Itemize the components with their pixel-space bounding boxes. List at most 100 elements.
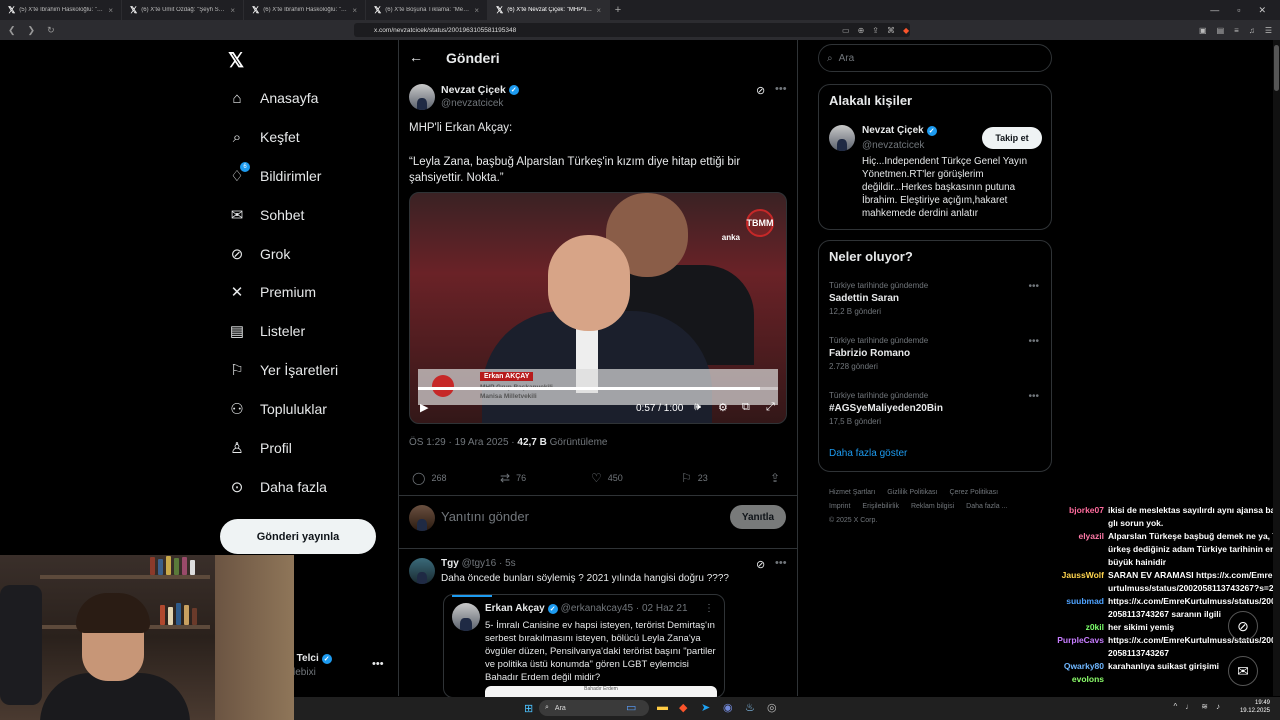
nav-messages[interactable]: ✉ Sohbet [228, 203, 305, 227]
footer-link[interactable]: Hizmet Şartları [829, 489, 875, 496]
reload-icon[interactable]: ↻ [47, 25, 55, 36]
reply-button[interactable]: Yanıtla [730, 505, 786, 529]
chevron-up-icon[interactable]: ^ [1174, 702, 1178, 711]
account-name[interactable]: r Telci ✓ [290, 653, 332, 664]
author-avatar[interactable] [409, 84, 435, 110]
x-logo-icon[interactable]: 𝕏 [228, 48, 244, 73]
nav-profile[interactable]: ♙ Profil [228, 436, 292, 460]
tweet-video[interactable]: TBMM anka Erkan AKÇAY MHP Grup Başkanvek… [409, 192, 787, 424]
brave-icon[interactable]: ◆ [679, 701, 687, 714]
nav-lists[interactable]: ▤ Listeler [228, 319, 305, 343]
nav-home[interactable]: ⌂ Anasayfa [228, 86, 318, 110]
menu-icon[interactable]: ≡ [1234, 26, 1239, 35]
quote-more-icon[interactable]: ⋮ [704, 603, 714, 614]
maximize-icon[interactable]: ▫ [1237, 5, 1240, 16]
reply-more-icon[interactable]: ••• [775, 557, 787, 569]
browser-tab[interactable]: 𝕏(6) X'te Ümit Özdağ: "Şeyh Said hain...… [122, 0, 244, 20]
windows-start-icon[interactable]: ⊞ [524, 702, 533, 715]
browser-tab[interactable]: 𝕏(6) X'te İbrahim Haskoloğlu: "Sadettin.… [244, 0, 366, 20]
like-action[interactable]: ♡ 450 [591, 471, 623, 485]
trend-item[interactable]: Türkiye tarihinde gündemde Sadettin Sara… [829, 281, 1043, 316]
follow-button[interactable]: Takip et [982, 127, 1042, 149]
nav-bookmarks[interactable]: ⚐ Yer İşaretleri [228, 358, 338, 382]
trend-item[interactable]: Türkiye tarihinde gündemde Fabrizio Roma… [829, 336, 1043, 371]
close-window-icon[interactable]: ✕ [1258, 5, 1266, 16]
extension-icon[interactable]: ▣ [1199, 26, 1207, 35]
search-input[interactable]: ⌕ Ara [818, 44, 1052, 72]
share-icon[interactable]: ⇪ [872, 26, 879, 35]
telegram-icon[interactable]: ➤ [701, 701, 710, 714]
author-handle[interactable]: @nevzatcicek [441, 98, 503, 109]
author-name[interactable]: Nevzat Çiçek ✓ [441, 84, 519, 96]
wallet-icon[interactable]: ▤ [1217, 26, 1225, 35]
close-tab-icon[interactable]: × [352, 6, 357, 15]
quoted-tweet[interactable]: Erkan Akçay ✓ @erkanakcay45 · 02 Haz 21 ⋮ … [443, 594, 725, 698]
music-icon[interactable]: ♫ [1249, 26, 1255, 35]
grok-float-icon[interactable]: ⊘ [1228, 611, 1258, 641]
close-tab-icon[interactable]: × [474, 6, 479, 15]
trend-more-icon[interactable]: ••• [1028, 391, 1039, 402]
forward-icon[interactable]: ❯ [28, 25, 36, 36]
show-more-link[interactable]: Daha fazla göster [829, 448, 907, 459]
scrollbar[interactable] [1273, 40, 1280, 696]
obs-icon[interactable]: ◎ [767, 701, 777, 714]
steam-icon[interactable]: ♨ [745, 701, 755, 714]
browser-tab[interactable]: 𝕏(5) X'te İbrahim Haskoloğlu: "#SEKSSKAN… [0, 0, 122, 20]
trend-more-icon[interactable]: ••• [1028, 281, 1039, 292]
share-action[interactable]: ⇪ [770, 471, 780, 485]
nav-notifications[interactable]: ♢ 6 Bildirimler [228, 162, 321, 188]
sidebar-icon[interactable]: ☰ [1265, 26, 1272, 35]
scrollbar-thumb[interactable] [1274, 45, 1279, 91]
volume-icon[interactable]: 🕪 [694, 401, 701, 414]
browser-tab[interactable]: 𝕏(6) X'te Boşuna Tıklama: "Meral Akşener… [366, 0, 488, 20]
screen-icon[interactable]: ▭ [842, 26, 850, 35]
post-button[interactable]: Gönderi yayınla [220, 519, 376, 554]
close-tab-icon[interactable]: × [230, 6, 235, 15]
trend-item[interactable]: Türkiye tarihinde gündemde #AGSyeMaliyed… [829, 391, 1043, 426]
repost-action[interactable]: ⇄ 76 [500, 471, 526, 485]
nav-more[interactable]: ⊙ Daha fazla [228, 475, 327, 499]
footer-link[interactable]: Çerez Politikası [949, 489, 998, 496]
related-avatar[interactable] [829, 125, 855, 151]
zoom-icon[interactable]: ⊕ [858, 26, 865, 35]
grok-explain-icon[interactable]: ⊘ [756, 84, 765, 97]
minimize-icon[interactable]: — [1210, 5, 1219, 16]
grok-explain-icon[interactable]: ⊘ [756, 558, 765, 571]
footer-link[interactable]: Reklam bilgisi [911, 503, 954, 510]
nav-premium[interactable]: ✕ Premium [228, 280, 316, 304]
footer-link[interactable]: Imprint [829, 503, 850, 510]
reply-avatar[interactable] [409, 558, 435, 584]
new-tab-button[interactable]: + [610, 4, 626, 16]
reply-action[interactable]: ◯ 268 [412, 471, 446, 485]
mic-icon[interactable]: ♩ [1185, 702, 1193, 711]
trend-more-icon[interactable]: ••• [1028, 336, 1039, 347]
close-tab-icon[interactable]: × [108, 6, 113, 15]
pip-icon[interactable]: ⧉ [742, 401, 750, 414]
fullscreen-icon[interactable]: ⤢ [766, 401, 775, 414]
browser-tab-active[interactable]: 𝕏(6) X'te Nevzat Çiçek: "MHP'li Erkan...… [488, 0, 610, 20]
translate-icon[interactable]: ⌘ [887, 26, 895, 35]
footer-link[interactable]: Daha fazla ... [966, 503, 1007, 510]
play-icon[interactable]: ▶ [420, 401, 428, 414]
nav-communities[interactable]: ⚇ Topluluklar [228, 397, 327, 421]
back-arrow-icon[interactable]: ← [409, 49, 423, 65]
bookmark-action[interactable]: ⚐ 23 [681, 471, 708, 485]
nav-grok[interactable]: ⊘ Grok [228, 242, 291, 266]
widget-icon[interactable]: ▭ [626, 701, 636, 714]
messages-float-icon[interactable]: ✉ [1228, 656, 1258, 686]
close-tab-icon[interactable]: × [596, 6, 601, 15]
discord-icon[interactable]: ◉ [723, 701, 733, 714]
nav-explore[interactable]: ⌕ Keşfet [228, 125, 300, 149]
folder-icon[interactable]: ▬ [657, 701, 668, 713]
related-name[interactable]: Nevzat Çiçek ✓ [862, 125, 937, 136]
speaker-icon[interactable]: ♪ [1216, 702, 1220, 711]
video-progress-bar[interactable] [418, 387, 778, 390]
brave-shield-icon[interactable]: ◆ [903, 26, 909, 35]
settings-icon[interactable]: ⚙ [718, 401, 728, 414]
tweet-more-icon[interactable]: ••• [775, 83, 787, 95]
url-field[interactable]: x.com/nevzatcicek/status/200196310558119… [354, 23, 910, 37]
clock[interactable]: 19:49 19.12.2025 [1240, 699, 1270, 715]
wifi-icon[interactable]: ≋ [1201, 702, 1208, 711]
reply-author[interactable]: Tgy @tgy16 · 5s [441, 558, 516, 569]
footer-link[interactable]: Gizlilik Politikası [887, 489, 937, 496]
